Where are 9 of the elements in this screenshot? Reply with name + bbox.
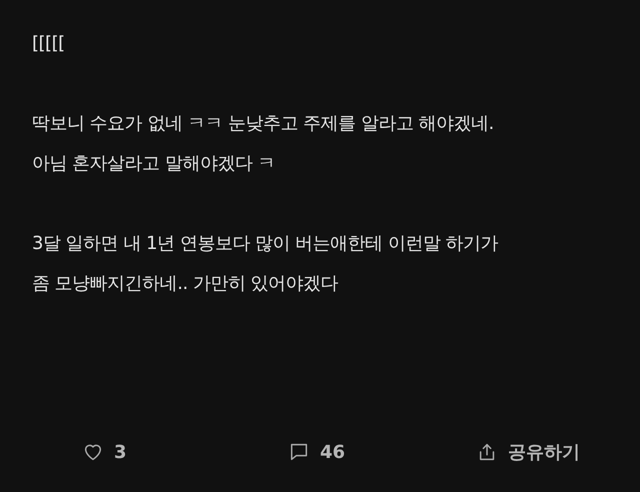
post-text: 좀 모냥빠지긴하네.. 가만히 있어야겠다 — [32, 272, 340, 296]
like-button[interactable]: 3 — [82, 440, 288, 464]
post-text: 3달 일하면 내 1년 연봉보다 많이 버는애한테 이런말 하기가 — [32, 232, 500, 256]
post-text: 아님 혼자살라고 말해야겠다 ㅋ — [32, 152, 276, 176]
post-text: [[[[[ — [32, 32, 66, 56]
comment-button[interactable]: 46 — [288, 440, 476, 464]
post-text: 딱보니 수요가 없네 ㅋㅋ 눈낮추고 주제를 알라고 해야겠네. — [32, 112, 495, 136]
share-button[interactable]: 공유하기 — [476, 440, 580, 464]
speech-bubble-icon — [288, 441, 310, 463]
